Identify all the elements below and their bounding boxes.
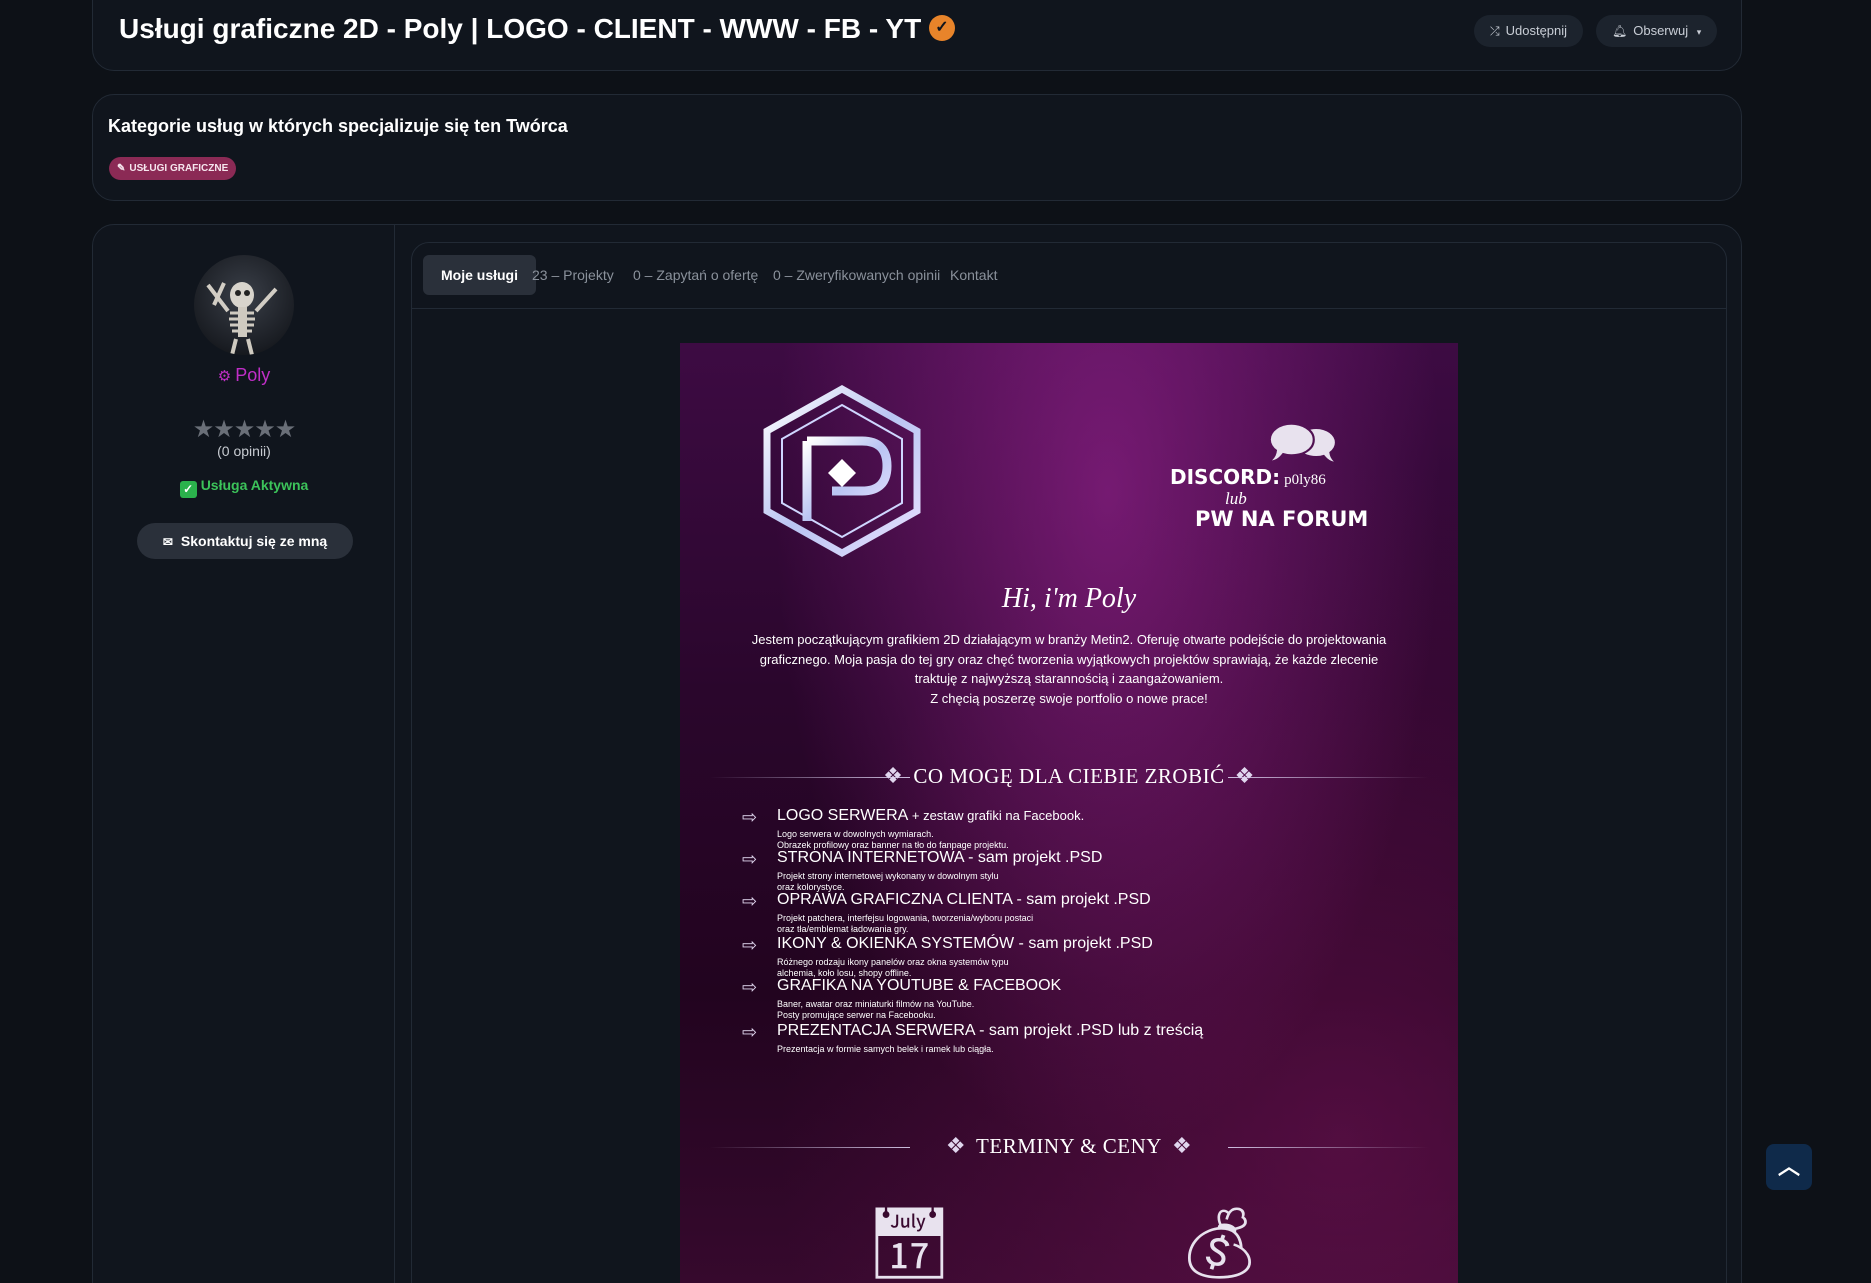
section-heading-services: ❖ CO MOGĘ DLA CIEBIE ZROBIĆ ❖ xyxy=(680,763,1458,789)
diamond-ornament-icon: ❖ xyxy=(1171,1133,1193,1158)
service-title: PREZENTACJA SERWERA - sam projekt .PSD l… xyxy=(777,1022,1204,1039)
portfolio-poster: 🗪 DISCORD: p0ly86 lub PW NA FORUM Hi, i'm… xyxy=(680,343,1458,1283)
share-label: Udostępnij xyxy=(1505,23,1568,38)
discord-contact: DISCORD: p0ly86 xyxy=(1170,465,1326,489)
reviews-count: (0 opinii) xyxy=(217,443,271,459)
arrow-bullet-icon: ⇨ xyxy=(742,807,758,827)
section-terms-title: TERMINY & CENY xyxy=(976,1134,1162,1158)
username[interactable]: ⚙ Poly xyxy=(93,365,395,386)
tab-projects[interactable]: 23 – Projekty xyxy=(532,255,614,295)
service-title: LOGO SERWERA + zestaw grafiki na Faceboo… xyxy=(777,807,1084,825)
pw-forum-text: PW NA FORUM xyxy=(1195,507,1369,531)
contact-label: Skontaktuj się ze mną xyxy=(180,533,328,549)
service-title: IKONY & OKIENKA SYSTEMÓW - sam projekt .… xyxy=(777,935,1153,952)
bell-icon: 🔔︎ xyxy=(1612,24,1628,38)
diamond-ornament-icon: ❖ xyxy=(945,1133,967,1158)
chevron-up-icon: ︿ xyxy=(1777,1154,1800,1179)
page-title: Usługi graficzne 2D - Poly | LOGO - CLIE… xyxy=(119,13,956,45)
brush-icon: ✎ xyxy=(117,163,126,174)
calendar-clock-icon: 📅︎ xyxy=(865,1204,954,1282)
follow-label: Obserwuj xyxy=(1633,23,1689,38)
category-badge[interactable]: ✎ USŁUGI GRAFICZNE xyxy=(109,157,237,180)
arrow-bullet-icon: ⇨ xyxy=(742,977,758,997)
tab-quote-requests[interactable]: 0 – Zapytań o ofertę xyxy=(633,255,758,295)
service-description: Projekt patchera, interfejsu logowania, … xyxy=(777,913,1034,934)
avatar[interactable] xyxy=(194,255,294,355)
coins-money-icon: 💰︎ xyxy=(1175,1204,1264,1282)
page-title-text: Usługi graficzne 2D - Poly | LOGO - CLIE… xyxy=(119,13,922,44)
discord-label: DISCORD: xyxy=(1170,465,1281,489)
envelope-icon: ✉ xyxy=(162,535,173,549)
gear-icon: ⚙ xyxy=(217,368,232,385)
categories-card: Kategorie usług w których specjalizuje s… xyxy=(92,94,1742,201)
service-description: Projekt strony internetowej wykonany w d… xyxy=(777,871,999,892)
greeting-script: Hi, i'm Poly xyxy=(1001,583,1137,614)
status-label: Usługa Aktywna xyxy=(200,477,309,493)
arrow-bullet-icon: ⇨ xyxy=(742,891,758,911)
service-title: OPRAWA GRAFICZNA CLIENTA - sam projekt .… xyxy=(777,891,1151,908)
status-badge: ✓ Usługa Aktywna xyxy=(93,477,395,498)
title-card: Usługi graficzne 2D - Poly | LOGO - CLIE… xyxy=(92,0,1742,71)
skeleton-avatar-image xyxy=(206,282,278,355)
category-badge-label: USŁUGI GRAFICZNE xyxy=(129,163,229,174)
check-icon: ✓ xyxy=(179,481,197,498)
categories-title: Kategorie usług w których specjalizuje s… xyxy=(108,116,568,136)
arrow-bullet-icon: ⇨ xyxy=(742,1022,758,1042)
section-heading-terms: ❖ TERMINY & CENY ❖ xyxy=(680,1133,1458,1159)
tab-my-services[interactable]: Moje usługi xyxy=(423,255,536,295)
profile-sidebar: ⚙ Poly ★★★★★ (0 opinii) ✓ Usługa Aktywna ✉… xyxy=(93,225,395,1283)
rating-stars: ★★★★★ xyxy=(192,416,297,443)
service-title: STRONA INTERNETOWA - sam projekt .PSD xyxy=(777,849,1103,866)
service-title: GRAFIKA NA YOUTUBE & FACEBOOK xyxy=(777,977,1062,994)
service-description: Logo serwera w dowolnych wymiarach. Obra… xyxy=(777,829,1009,850)
service-description: Różnego rodzaju ikony panelów oraz okna … xyxy=(777,957,1009,978)
intro-text: Jestem początkującym grafikiem 2D działa… xyxy=(751,632,1387,706)
service-description: Prezentacja w formie samych belek i rame… xyxy=(777,1044,994,1054)
share-icon: ⤮ xyxy=(1490,24,1500,38)
service-subtitle: + zestaw grafiki na Facebook. xyxy=(911,808,1085,823)
or-text: lub xyxy=(1225,489,1247,508)
main-card: ⚙ Poly ★★★★★ (0 opinii) ✓ Usługa Aktywna ✉… xyxy=(92,224,1742,1283)
tab-contact[interactable]: Kontakt xyxy=(950,255,997,295)
poly-logo-image xyxy=(763,384,921,558)
username-label: Poly xyxy=(235,365,271,385)
section-services-title: CO MOGĘ DLA CIEBIE ZROBIĆ xyxy=(913,764,1225,788)
diamond-ornament-icon: ❖ xyxy=(883,763,904,788)
service-description: Baner, awatar oraz miniaturki filmów na … xyxy=(777,999,975,1020)
chevron-down-icon: ▾ xyxy=(1696,27,1702,37)
tabs-bar: Moje usługi 23 – Projekty 0 – Zapytań o … xyxy=(412,243,1726,309)
follow-button[interactable]: 🔔︎ Obserwuj ▾ xyxy=(1596,15,1718,47)
share-button[interactable]: ⤮ Udostępnij xyxy=(1474,15,1584,47)
arrow-bullet-icon: ⇨ xyxy=(742,935,758,955)
discord-handle: p0ly86 xyxy=(1284,472,1326,488)
arrow-bullet-icon: ⇨ xyxy=(742,849,758,869)
tab-verified-reviews[interactable]: 0 – Zweryfikowanych opinii xyxy=(773,255,940,295)
service-title-text: LOGO SERWERA xyxy=(777,807,908,824)
contact-button[interactable]: ✉ Skontaktuj się ze mną xyxy=(137,523,353,559)
diamond-ornament-icon: ❖ xyxy=(1234,763,1255,788)
scroll-to-top-button[interactable]: ︿ xyxy=(1766,1144,1812,1190)
content-panel: Moje usługi 23 – Projekty 0 – Zapytań o … xyxy=(411,242,1727,1283)
verified-badge-icon xyxy=(929,14,956,41)
